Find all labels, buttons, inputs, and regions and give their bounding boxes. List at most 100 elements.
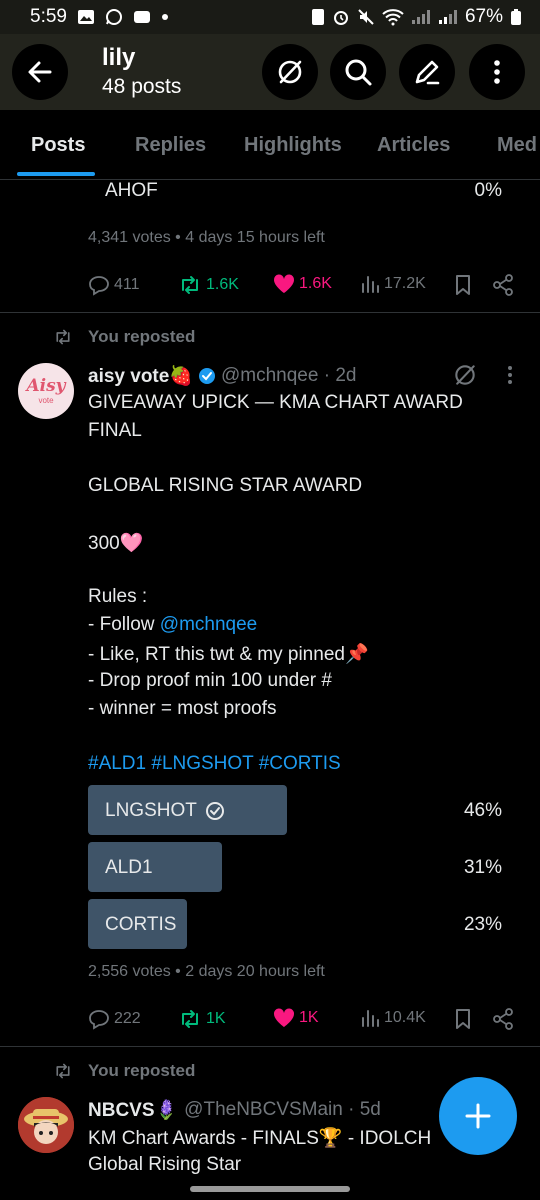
status-bar: 5:59 67% <box>0 0 540 34</box>
gallery-icon <box>77 9 95 25</box>
repost-button[interactable]: 1.6K <box>178 274 239 296</box>
avatar-character-icon <box>18 1097 74 1153</box>
home-indicator[interactable] <box>190 1186 350 1192</box>
edit-button[interactable] <box>399 44 455 100</box>
repost-count: 1.6K <box>206 276 239 293</box>
grok-icon <box>455 365 475 385</box>
search-button[interactable] <box>330 44 386 100</box>
more-vertical-icon <box>508 366 512 384</box>
compose-button[interactable] <box>439 1077 517 1155</box>
avatar[interactable]: Aisy vote <box>18 363 74 419</box>
signal-icon-2 <box>438 9 458 25</box>
avatar[interactable] <box>18 1097 74 1153</box>
post-text-line: Global Rising Star <box>88 1154 242 1175</box>
post-text-line: 300🩷 <box>88 533 144 554</box>
handle-and-time[interactable]: @TheNBCVSMain · 5d <box>184 1099 381 1121</box>
bookmark-icon <box>456 275 470 295</box>
like-count: 1.6K <box>299 275 332 292</box>
share-button[interactable] <box>492 274 514 296</box>
tab-articles[interactable]: Articles <box>377 134 450 157</box>
poll-option-percent: 0% <box>474 180 502 201</box>
poll-option-label: LNGSHOT <box>105 800 197 821</box>
reply-count: 222 <box>114 1010 141 1027</box>
post-text-line: Rules : <box>88 586 148 607</box>
poll-option-label: ALD1 <box>105 857 153 878</box>
post-text-line: KM Chart Awards - FINALS🏆 - IDOLCH <box>88 1128 432 1149</box>
tab-highlights[interactable]: Highlights <box>244 134 342 157</box>
battery-icon <box>510 8 522 26</box>
post-text-line: - Like, RT this twt & my pinned📌 <box>88 644 369 665</box>
poll-meta: 2,556 votes • 2 days 20 hours left <box>88 963 325 980</box>
grok-post-button[interactable] <box>452 362 478 393</box>
share-icon <box>493 1008 513 1030</box>
display-name[interactable]: NBCVS🪻 <box>88 1098 178 1122</box>
hashtag-links[interactable]: #ALD1 #LNGSHOT #CORTIS <box>88 753 341 775</box>
more-button[interactable] <box>469 44 525 100</box>
pencil-icon <box>415 60 440 85</box>
search-icon <box>345 59 372 86</box>
bookmark-button[interactable] <box>454 274 472 296</box>
post-divider <box>0 1046 540 1047</box>
view-count: 17.2K <box>384 275 426 292</box>
back-button[interactable] <box>12 44 68 100</box>
tab-posts[interactable]: Posts <box>31 134 85 157</box>
post-text-line: GIVEAWAY UPICK — KMA CHART AWARD <box>88 392 463 413</box>
post-text-line: GLOBAL RISING STAR AWARD <box>88 475 363 496</box>
header-title: lily 48 posts <box>102 44 181 99</box>
poll-percent: 23% <box>463 914 502 935</box>
profile-name: lily <box>102 44 136 71</box>
poll-option-cortis[interactable]: CORTIS <box>105 914 176 936</box>
grok-button[interactable] <box>262 44 318 100</box>
view-count: 10.4K <box>384 1009 426 1026</box>
heart-icon <box>273 1008 295 1027</box>
check-circle-icon <box>205 802 224 820</box>
profile-header: lily 48 posts <box>0 34 540 110</box>
post-actions: 411 1.6K 1.6K 17.2K <box>88 274 518 304</box>
active-tab-indicator <box>17 172 95 176</box>
reply-button[interactable]: 222 <box>88 1008 141 1030</box>
like-count: 1K <box>299 1009 319 1026</box>
display-name[interactable]: aisy vote🍓 <box>88 364 193 388</box>
mention-link[interactable]: @mchnqee <box>160 614 257 635</box>
dot-icon <box>161 13 169 21</box>
post-text-line: FINAL <box>88 420 142 441</box>
reply-button[interactable]: 411 <box>88 274 140 296</box>
post-text-line: - winner = most proofs <box>88 698 277 719</box>
views-button[interactable]: 17.2K <box>360 274 426 294</box>
bar-chart-icon <box>362 1010 379 1027</box>
post-actions: 222 1K 1K 10.4K <box>88 1008 518 1038</box>
more-vertical-icon <box>494 60 500 84</box>
poll-option-ald1[interactable]: ALD1 <box>105 857 153 879</box>
repost-icon <box>182 276 198 294</box>
nfc-icon <box>311 8 325 26</box>
repost-button[interactable]: 1K <box>178 1008 226 1030</box>
post-count: 48 posts <box>102 75 182 98</box>
post-divider <box>0 312 540 313</box>
post-author: NBCVS🪻 @TheNBCVSMain · 5d <box>88 1098 381 1122</box>
like-button[interactable]: 1.6K <box>273 274 332 294</box>
mute-icon <box>357 8 375 26</box>
reply-count: 411 <box>114 276 140 293</box>
whatsapp-icon <box>105 8 123 26</box>
post-more-button[interactable] <box>506 364 514 391</box>
post-text-line: - Follow @mchnqee <box>88 614 257 636</box>
bookmark-icon <box>456 1009 470 1029</box>
tab-media[interactable]: Med <box>497 134 537 157</box>
poll-percent: 46% <box>463 800 502 821</box>
reply-icon <box>89 276 109 296</box>
repost-label: You reposted <box>88 1061 196 1080</box>
repost-small-icon <box>56 1063 70 1079</box>
views-button[interactable]: 10.4K <box>360 1008 426 1028</box>
share-icon <box>493 274 513 296</box>
handle-and-time[interactable]: @mchnqee · 2d <box>221 365 356 387</box>
reply-icon <box>89 1010 109 1030</box>
bookmark-button[interactable] <box>454 1008 472 1030</box>
repost-icon <box>182 1010 198 1028</box>
poll-percent: 31% <box>463 857 502 878</box>
tab-replies[interactable]: Replies <box>135 134 206 157</box>
share-button[interactable] <box>492 1008 514 1030</box>
repost-indicator-icon <box>52 328 74 351</box>
grok-icon <box>278 60 302 84</box>
like-button[interactable]: 1K <box>273 1008 319 1028</box>
poll-option-lngshot[interactable]: LNGSHOT <box>105 800 225 822</box>
